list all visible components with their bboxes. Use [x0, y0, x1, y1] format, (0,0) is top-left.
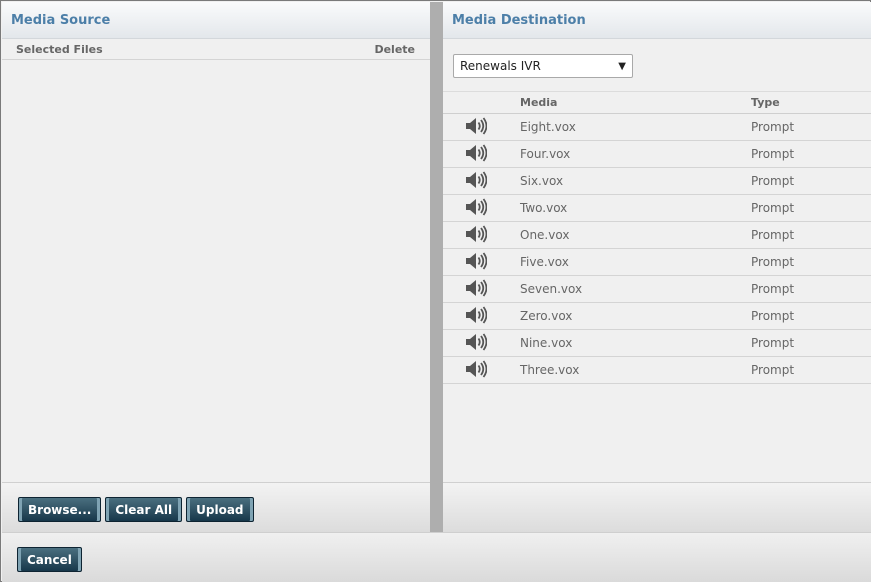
browse-button[interactable]: Browse... — [18, 497, 102, 522]
media-name: Three.vox — [520, 356, 751, 384]
table-row[interactable]: Eight.vox Prompt — [443, 113, 871, 141]
speaker-icon[interactable] — [465, 278, 488, 300]
media-destination-footer — [443, 482, 871, 532]
table-row[interactable]: Three.vox Prompt — [443, 356, 871, 384]
selected-files-column-label: Selected Files — [16, 42, 103, 56]
cancel-button[interactable]: Cancel — [17, 547, 82, 572]
speaker-icon[interactable] — [465, 116, 488, 138]
speaker-icon[interactable] — [465, 143, 488, 165]
table-row[interactable]: Zero.vox Prompt — [443, 302, 871, 330]
speaker-icon[interactable] — [465, 305, 488, 327]
ivr-select-value: Renewals IVR — [460, 59, 541, 73]
table-row[interactable]: Six.vox Prompt — [443, 167, 871, 195]
media-name: Five.vox — [520, 248, 751, 276]
table-row[interactable]: Nine.vox Prompt — [443, 329, 871, 357]
media-name: Zero.vox — [520, 302, 751, 330]
media-type: Prompt — [751, 194, 871, 222]
media-name: Six.vox — [520, 167, 751, 195]
selected-files-header: Selected Files Delete — [2, 39, 430, 60]
speaker-icon[interactable] — [465, 359, 488, 381]
media-name: Four.vox — [520, 140, 751, 168]
table-row[interactable]: Four.vox Prompt — [443, 140, 871, 168]
table-row[interactable]: Two.vox Prompt — [443, 194, 871, 222]
media-destination-title: Media Destination — [443, 2, 871, 39]
media-name: Seven.vox — [520, 275, 751, 303]
media-type: Prompt — [751, 329, 871, 357]
upload-button[interactable]: Upload — [186, 497, 254, 522]
selected-files-list — [2, 60, 430, 481]
delete-column-label: Delete — [374, 42, 415, 56]
media-type: Prompt — [751, 221, 871, 249]
clear-all-button[interactable]: Clear All — [105, 497, 183, 522]
destination-media-table: Media Type Eight.vox Prompt Four.vox Prompt… — [443, 91, 871, 384]
media-source-panel: Media Source Selected Files Delete Brows… — [2, 2, 430, 532]
media-type: Prompt — [751, 167, 871, 195]
media-destination-panel: Media Destination Renewals IVR ▼ Media T… — [443, 2, 871, 532]
table-header-row: Media Type — [443, 91, 871, 114]
media-column-header: Media — [520, 91, 751, 114]
speaker-icon[interactable] — [465, 197, 488, 219]
media-type: Prompt — [751, 275, 871, 303]
media-name: One.vox — [520, 221, 751, 249]
table-row[interactable]: Seven.vox Prompt — [443, 275, 871, 303]
speaker-icon[interactable] — [465, 224, 488, 246]
media-type: Prompt — [751, 356, 871, 384]
type-column-header: Type — [751, 91, 871, 114]
speaker-icon[interactable] — [465, 251, 488, 273]
media-name: Eight.vox — [520, 113, 751, 141]
media-name: Nine.vox — [520, 329, 751, 357]
media-type: Prompt — [751, 113, 871, 141]
media-type: Prompt — [751, 248, 871, 276]
media-source-title: Media Source — [2, 2, 430, 39]
media-name: Two.vox — [520, 194, 751, 222]
upload-media-dialog: Media Source Selected Files Delete Brows… — [0, 0, 871, 582]
media-type: Prompt — [751, 302, 871, 330]
panel-splitter[interactable] — [430, 2, 443, 532]
speaker-icon[interactable] — [465, 170, 488, 192]
dialog-footer: Cancel — [2, 532, 871, 582]
media-source-footer: Browse... Clear All Upload — [2, 482, 430, 532]
speaker-icon[interactable] — [465, 332, 488, 354]
media-type: Prompt — [751, 140, 871, 168]
ivr-select[interactable]: Renewals IVR ▼ — [453, 54, 633, 78]
table-row[interactable]: One.vox Prompt — [443, 221, 871, 249]
table-row[interactable]: Five.vox Prompt — [443, 248, 871, 276]
dropdown-arrow-icon: ▼ — [618, 60, 626, 72]
